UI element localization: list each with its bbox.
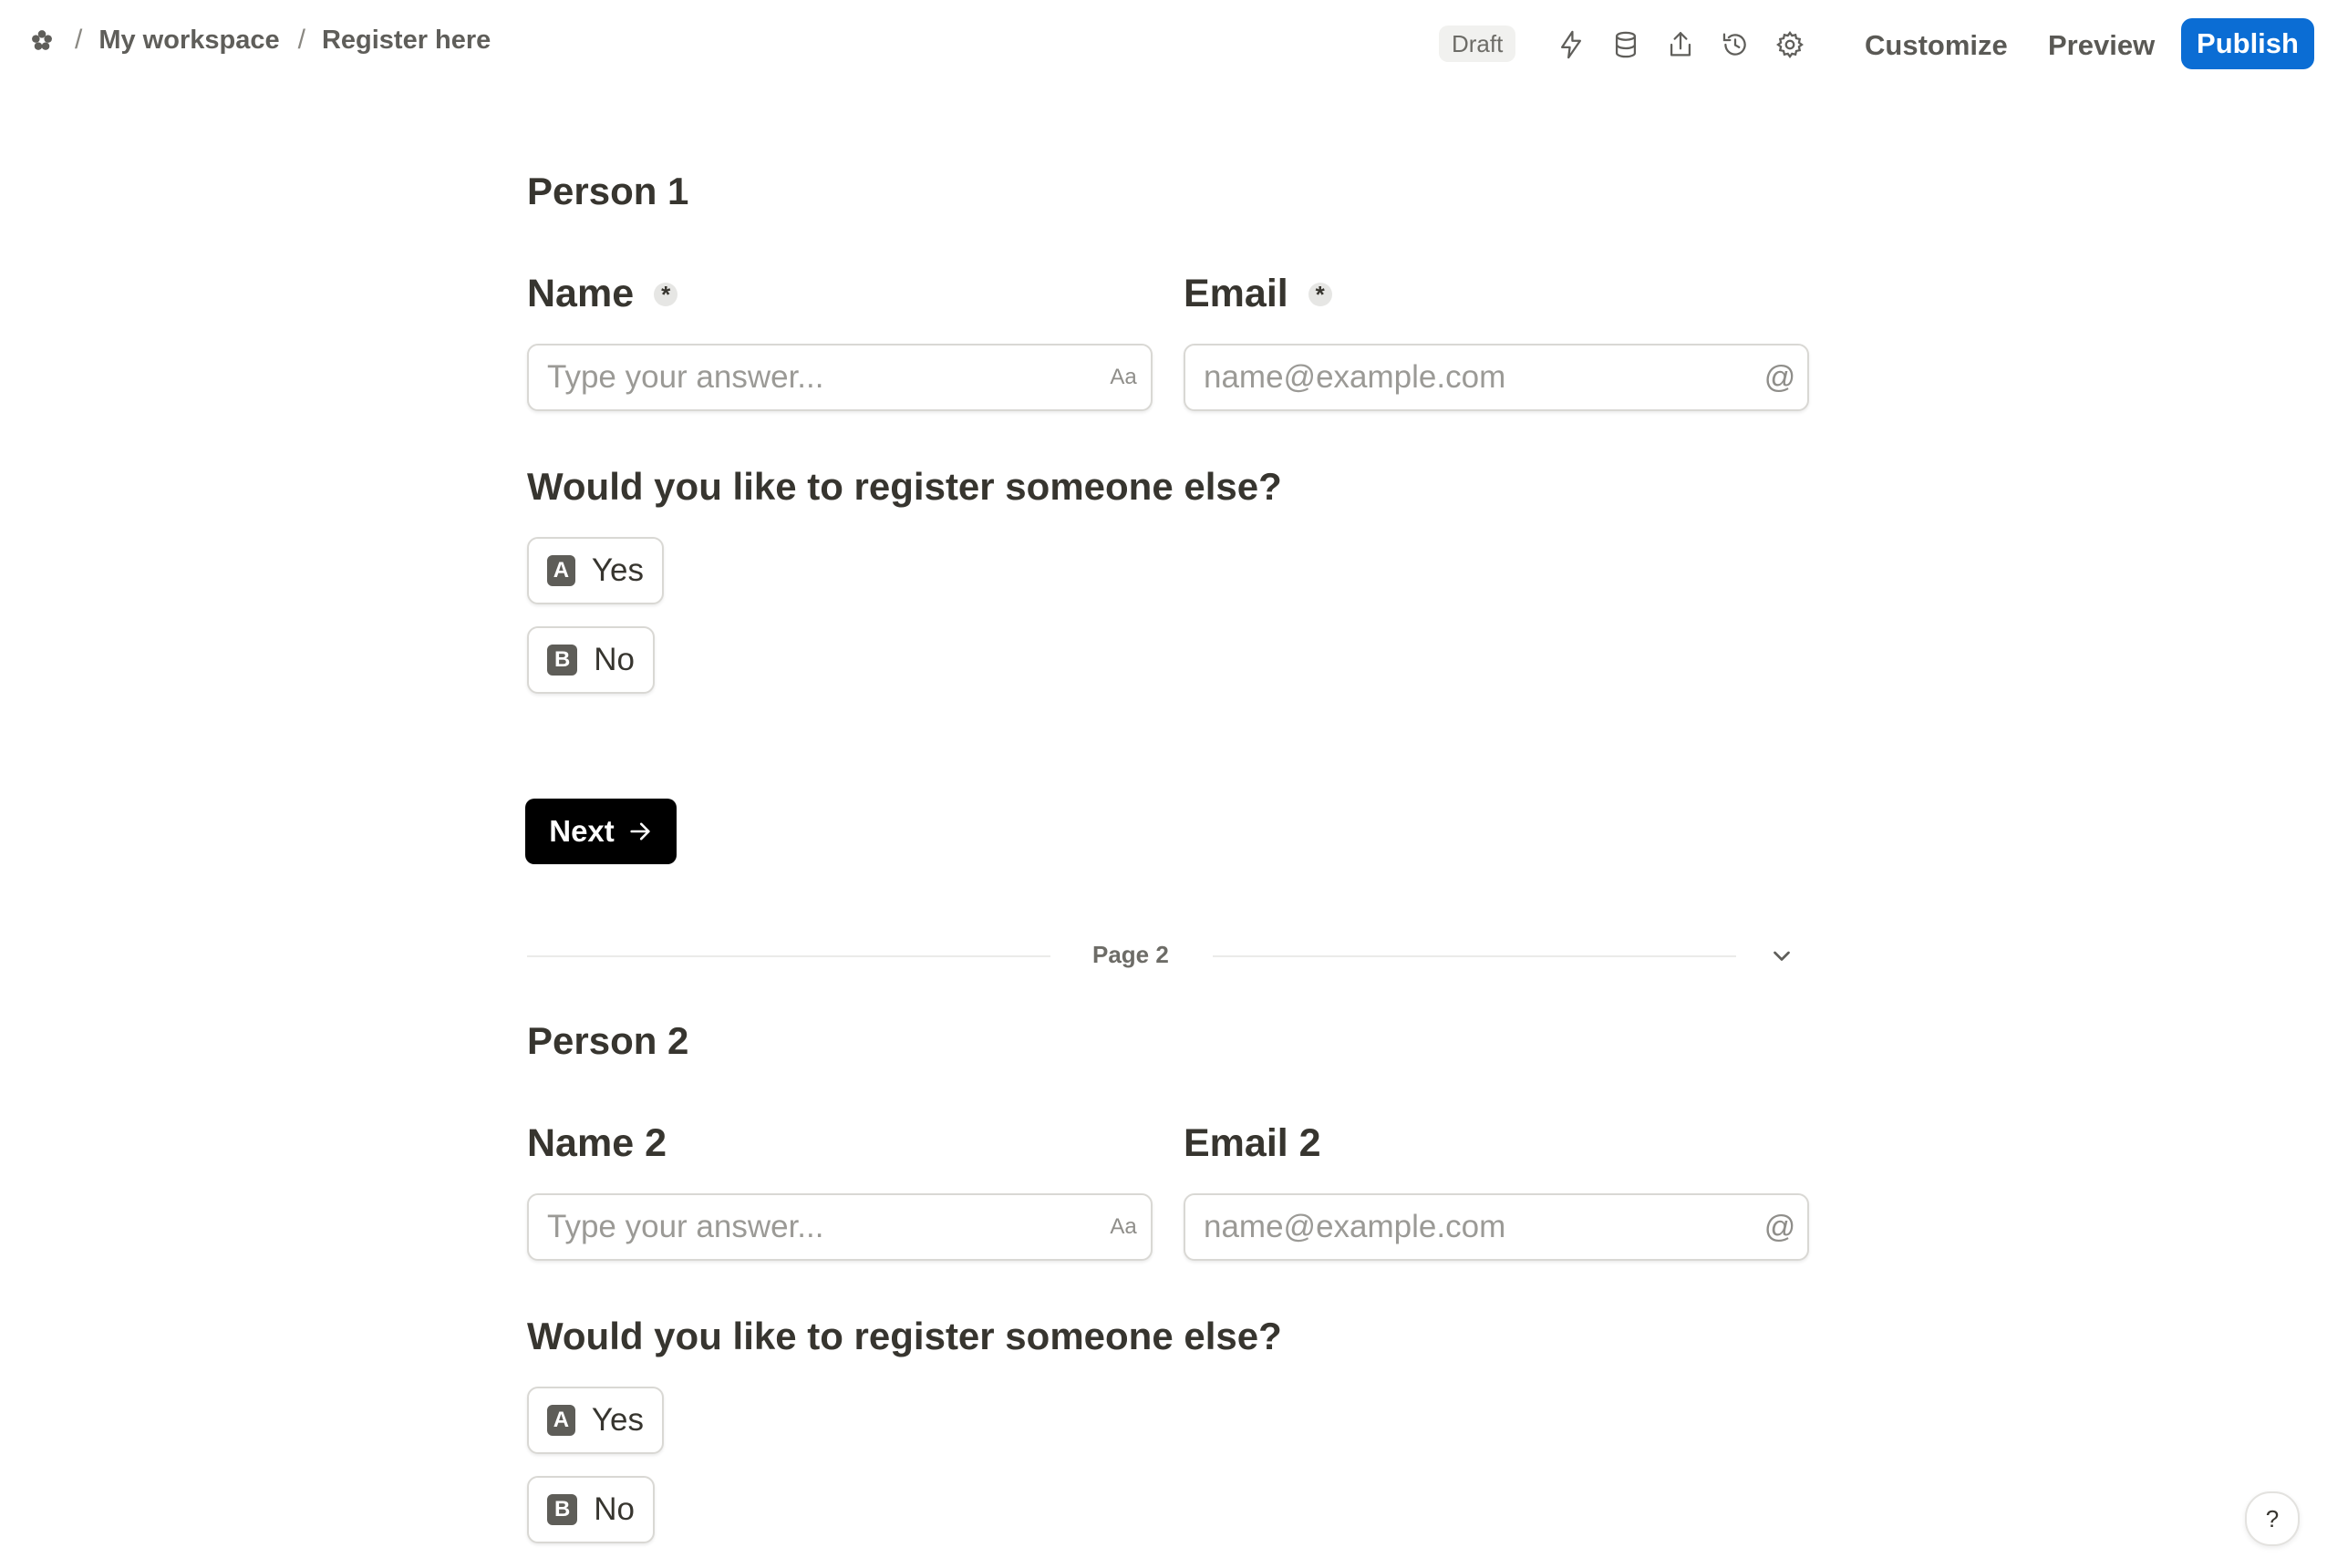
text-type-icon: Aa <box>1110 365 1137 389</box>
choice-no[interactable]: B No <box>527 1476 655 1543</box>
email-input[interactable]: name@example.com @ <box>1184 344 1809 411</box>
choice-yes[interactable]: A Yes <box>527 537 664 604</box>
top-bar: / My workspace / Register here Draft Cus… <box>0 0 2327 89</box>
arrow-right-icon <box>630 822 650 841</box>
choice-label: No <box>594 1491 635 1527</box>
at-sign-icon: @ <box>1763 359 1796 395</box>
choice-label: Yes <box>591 1402 644 1438</box>
status-badge: Draft <box>1439 26 1516 62</box>
choice-label: No <box>594 642 635 677</box>
name-2-label: Name 2 <box>527 1121 667 1166</box>
breadcrumb: / My workspace / Register here <box>26 24 507 57</box>
preview-button[interactable]: Preview <box>2048 26 2155 66</box>
breadcrumb-separator: / <box>297 25 305 55</box>
choice-key: A <box>547 555 575 586</box>
next-label: Next <box>549 814 615 848</box>
name-2-input-placeholder: Type your answer... <box>547 1209 824 1244</box>
email-2-label-text: Email 2 <box>1184 1121 1321 1165</box>
lightning-icon[interactable] <box>1550 24 1592 66</box>
name-input[interactable]: Type your answer... Aa <box>527 344 1153 411</box>
name-2-input[interactable]: Type your answer... Aa <box>527 1193 1153 1261</box>
page-divider-label: Page 2 <box>1092 941 1169 968</box>
choice-key: A <box>547 1405 575 1436</box>
email-label: Email * <box>1184 272 1332 316</box>
email-label-text: Email <box>1184 272 1288 315</box>
email-2-input-placeholder: name@example.com <box>1204 1209 1506 1244</box>
choice-no[interactable]: B No <box>527 626 655 694</box>
question-title: Would you like to register someone else? <box>527 1315 1282 1357</box>
next-button[interactable]: Next <box>525 799 677 864</box>
share-icon[interactable] <box>1660 24 1701 66</box>
breadcrumb-page[interactable]: Register here <box>322 26 491 56</box>
name-label: Name * <box>527 272 678 316</box>
required-asterisk-icon: * <box>654 282 678 306</box>
settings-icon[interactable] <box>1769 24 1811 66</box>
section-title: Person 2 <box>527 1019 689 1062</box>
workspace-logo-icon[interactable] <box>26 24 58 57</box>
email-2-label: Email 2 <box>1184 1121 1321 1166</box>
text-type-icon: Aa <box>1110 1214 1137 1239</box>
help-button[interactable]: ? <box>2245 1491 2300 1546</box>
choice-key: B <box>547 1494 578 1525</box>
choice-label: Yes <box>591 552 644 588</box>
page-divider-line <box>1213 955 1736 957</box>
name-2-label-text: Name 2 <box>527 1121 667 1165</box>
question-title: Would you like to register someone else? <box>527 465 1282 508</box>
choice-key: B <box>547 645 578 676</box>
publish-button[interactable]: Publish <box>2181 18 2314 69</box>
page-divider-line <box>527 955 1050 957</box>
breadcrumb-separator: / <box>75 25 83 55</box>
customize-button[interactable]: Customize <box>1865 26 2008 66</box>
history-icon[interactable] <box>1714 24 1756 66</box>
email-2-input[interactable]: name@example.com @ <box>1184 1193 1809 1261</box>
at-sign-icon: @ <box>1763 1209 1796 1244</box>
choice-yes[interactable]: A Yes <box>527 1387 664 1454</box>
database-icon[interactable] <box>1605 24 1647 66</box>
name-input-placeholder: Type your answer... <box>547 359 824 395</box>
section-title: Person 1 <box>527 170 689 212</box>
email-input-placeholder: name@example.com <box>1204 359 1506 395</box>
chevron-down-icon[interactable] <box>1765 939 1798 972</box>
name-label-text: Name <box>527 272 635 315</box>
required-asterisk-icon: * <box>1308 282 1332 306</box>
breadcrumb-workspace[interactable]: My workspace <box>98 26 279 56</box>
